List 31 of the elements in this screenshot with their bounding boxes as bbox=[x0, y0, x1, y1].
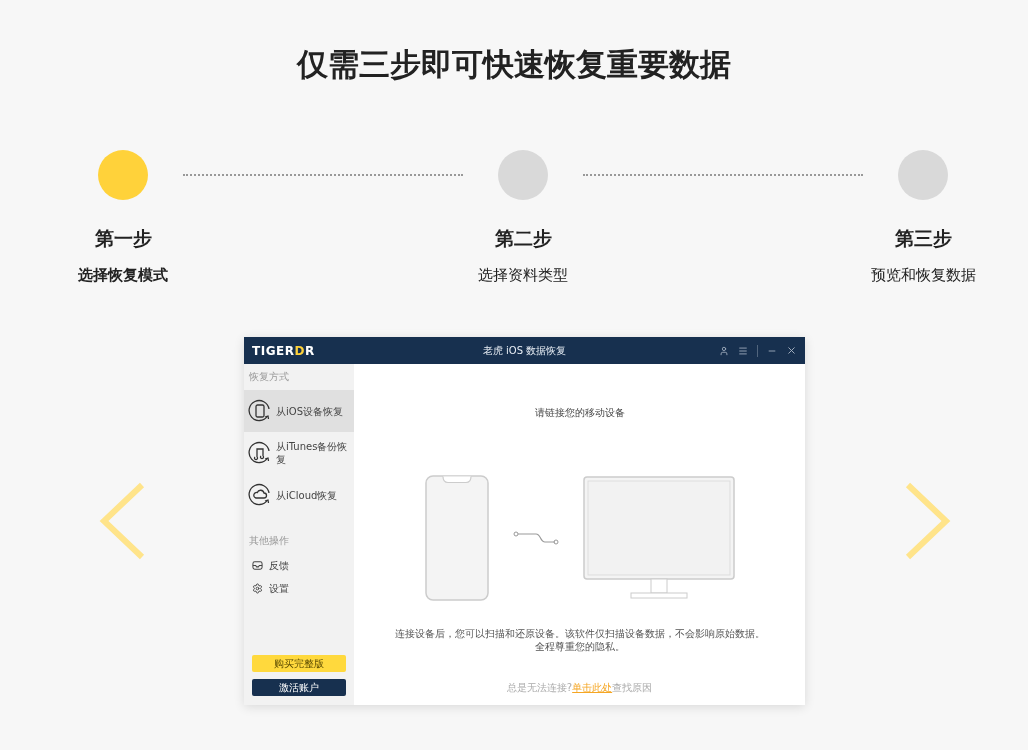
music-restore-icon bbox=[248, 441, 272, 465]
section-header: 其他操作 bbox=[248, 534, 290, 548]
user-icon[interactable] bbox=[719, 345, 729, 356]
window-title: 老虎 iOS 数据恢复 bbox=[481, 343, 568, 358]
step-title: 第二步 bbox=[494, 226, 552, 251]
step-subtitle: 选择资料类型 bbox=[478, 266, 568, 285]
sidebar-item[interactable]: 从iCloud恢复 bbox=[244, 474, 354, 516]
settings-icon bbox=[252, 583, 263, 594]
sidebar-item[interactable]: 从iTunes备份恢复 bbox=[244, 432, 354, 474]
logo: TIGERDR bbox=[252, 343, 316, 358]
buy-button[interactable]: 购买完整版 bbox=[252, 655, 346, 672]
step-subtitle: 选择恢复模式 bbox=[78, 266, 168, 285]
cloud-restore-icon bbox=[248, 483, 272, 507]
sidebar-item[interactable]: 设置 bbox=[244, 577, 354, 600]
sidebar-item[interactable]: 反馈 bbox=[244, 554, 354, 577]
activate-button[interactable]: 激活账户 bbox=[252, 679, 346, 696]
help-text: 总是无法连接?单击此处查找原因 bbox=[506, 681, 653, 695]
menu-icon[interactable] bbox=[738, 345, 748, 356]
section-header: 恢复方式 bbox=[248, 370, 290, 384]
phone-restore-icon bbox=[248, 399, 272, 423]
close-icon[interactable] bbox=[786, 345, 797, 356]
cable-icon bbox=[512, 529, 559, 547]
connect-prompt: 请链接您的移动设备 bbox=[534, 406, 625, 420]
mailbox-icon bbox=[252, 560, 263, 571]
step-title: 第三步 bbox=[894, 226, 952, 251]
description-text: 全程尊重您的隐私。 bbox=[533, 640, 626, 653]
step-title: 第一步 bbox=[94, 226, 152, 251]
sidebar-item[interactable]: 从iOS设备恢复 bbox=[244, 390, 354, 432]
step-subtitle: 预览和恢复数据 bbox=[870, 266, 976, 285]
page-title: 仅需三步即可快速恢复重要数据 bbox=[295, 45, 732, 84]
description-text: 连接设备后，您可以扫描和还原设备。该软件仅扫描设备数据，不会影响原始数据。 bbox=[394, 627, 765, 640]
